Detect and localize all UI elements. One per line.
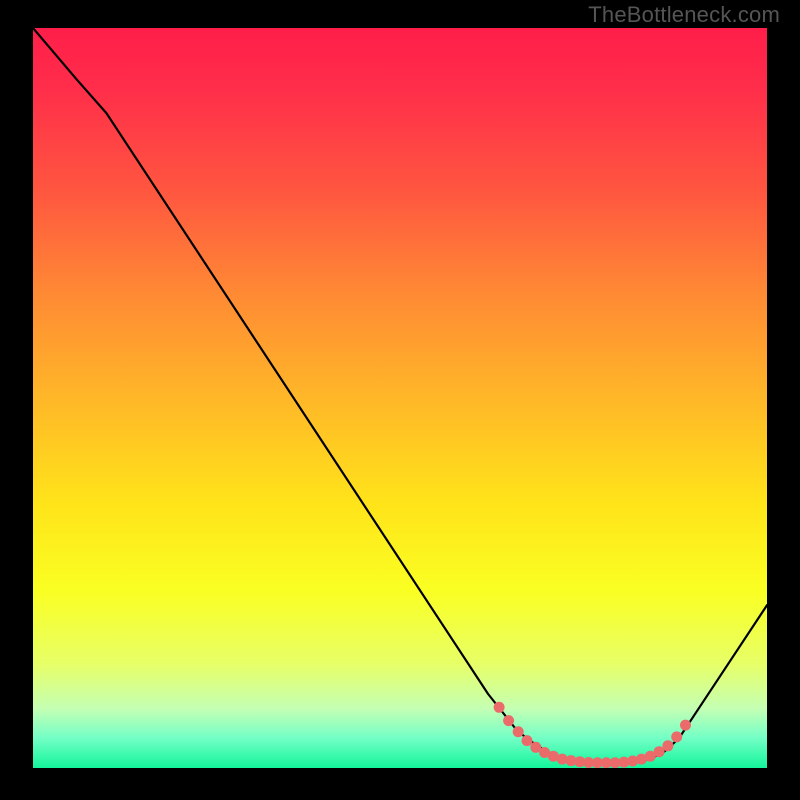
curve-marker bbox=[662, 740, 673, 751]
curve-svg bbox=[33, 28, 767, 768]
curve-marker bbox=[494, 702, 505, 713]
watermark-text: TheBottleneck.com bbox=[588, 2, 780, 28]
curve-marker bbox=[680, 720, 691, 731]
curve-marker bbox=[522, 735, 533, 746]
plot-area bbox=[33, 28, 767, 768]
curve-marker bbox=[671, 731, 682, 742]
curve-marker bbox=[503, 715, 514, 726]
curve-marker bbox=[513, 726, 524, 737]
bottleneck-curve bbox=[33, 28, 767, 763]
